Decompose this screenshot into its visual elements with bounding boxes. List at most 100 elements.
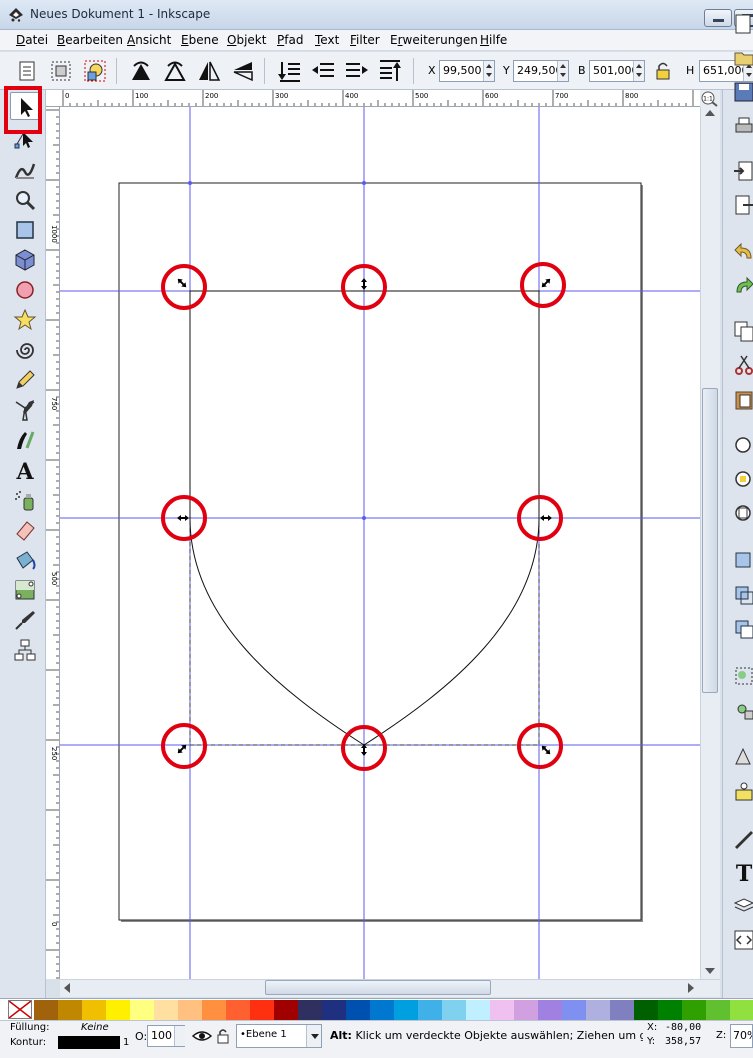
deselect-icon[interactable] <box>82 58 108 84</box>
eraser-tool[interactable] <box>10 516 40 544</box>
palette-swatch[interactable] <box>370 1000 394 1020</box>
tweak-tool[interactable] <box>10 156 40 184</box>
fill-stroke-icon[interactable] <box>733 746 753 768</box>
paint-bucket-tool[interactable] <box>10 546 40 574</box>
palette-swatch[interactable] <box>514 1000 538 1020</box>
vertical-scroll-thumb[interactable] <box>702 388 718 693</box>
duplicate-icon[interactable] <box>733 550 753 572</box>
calligraphy-tool[interactable] <box>10 426 40 454</box>
layers-icon[interactable] <box>733 895 753 917</box>
new-document-icon[interactable] <box>733 13 753 35</box>
menu-erweiterungen[interactable]: Erweiterungen <box>390 33 478 47</box>
opacity-spinner-icon[interactable] <box>174 1026 185 1046</box>
palette-swatch[interactable] <box>106 1000 130 1020</box>
zoom-tool[interactable] <box>10 186 40 214</box>
menu-filter[interactable]: Filter <box>350 33 380 47</box>
palette-swatch[interactable] <box>226 1000 250 1020</box>
palette-swatch[interactable] <box>418 1000 442 1020</box>
pen-tool[interactable] <box>10 396 40 424</box>
vertical-ruler[interactable]: 1000 750 500 250 0 <box>46 107 60 979</box>
palette-swatch[interactable] <box>394 1000 418 1020</box>
import-icon[interactable] <box>733 160 753 182</box>
xml-brackets-icon[interactable] <box>733 929 753 951</box>
y-position-field[interactable]: 249,500 <box>513 60 569 82</box>
zoom-fit-icon[interactable]: 1:1 <box>700 90 720 107</box>
pencil-tool[interactable] <box>10 366 40 394</box>
zoom-selection-icon[interactable] <box>733 435 753 457</box>
menu-ebene[interactable]: Ebene <box>181 33 219 47</box>
palette-swatch[interactable] <box>250 1000 274 1020</box>
rotate-cw-icon[interactable] <box>162 58 188 84</box>
select-all-icon[interactable] <box>14 58 40 84</box>
raise-to-top-icon[interactable] <box>378 58 404 84</box>
palette-swatch[interactable] <box>562 1000 586 1020</box>
gradient-tool[interactable] <box>10 576 40 604</box>
ellipse-tool[interactable] <box>10 276 40 304</box>
menu-bearbeiten[interactable]: Bearbeiten <box>57 33 123 47</box>
text-icon[interactable]: T <box>733 861 753 887</box>
zoom-field[interactable]: 70% <box>730 1024 753 1048</box>
zoom-page-icon[interactable] <box>733 503 753 525</box>
cut-icon[interactable] <box>733 354 753 376</box>
menu-pfad[interactable]: Pfad <box>277 33 303 47</box>
spiral-tool[interactable] <box>10 336 40 364</box>
raise-icon[interactable] <box>344 58 370 84</box>
unlink-clone-icon[interactable] <box>733 618 753 640</box>
lock-icon[interactable] <box>216 1027 230 1045</box>
palette-swatch[interactable] <box>610 1000 634 1020</box>
palette-swatch[interactable] <box>682 1000 706 1020</box>
scroll-up-icon[interactable] <box>705 110 715 116</box>
palette-swatch[interactable] <box>346 1000 370 1020</box>
rectangle-tool[interactable] <box>10 216 40 244</box>
palette-swatch[interactable] <box>82 1000 106 1020</box>
print-icon[interactable] <box>733 115 753 137</box>
palette-swatch[interactable] <box>130 1000 154 1020</box>
eye-icon[interactable] <box>192 1028 212 1044</box>
copy-icon[interactable] <box>733 320 753 342</box>
palette-swatch[interactable] <box>442 1000 466 1020</box>
open-icon[interactable] <box>733 47 753 69</box>
text-tool[interactable]: A <box>10 456 40 485</box>
select-all-layers-icon[interactable] <box>48 58 74 84</box>
width-field[interactable]: 501,000 <box>589 60 645 82</box>
clone-icon[interactable] <box>733 584 753 606</box>
palette-swatch[interactable] <box>58 1000 82 1020</box>
scroll-left-icon[interactable] <box>64 983 70 993</box>
palette-swatch[interactable] <box>202 1000 226 1020</box>
undo-icon[interactable] <box>733 241 753 263</box>
palette-swatch[interactable] <box>154 1000 178 1020</box>
palette-swatch[interactable] <box>466 1000 490 1020</box>
rotate-ccw-icon[interactable] <box>128 58 154 84</box>
flip-horizontal-icon[interactable] <box>196 58 222 84</box>
fill-value[interactable]: Keine <box>81 1022 109 1033</box>
palette-swatch[interactable] <box>586 1000 610 1020</box>
palette-swatch[interactable] <box>634 1000 658 1020</box>
ungroup-icon[interactable] <box>733 699 753 721</box>
x-position-field[interactable]: 99,500 <box>439 60 495 82</box>
scroll-down-icon[interactable] <box>705 968 715 974</box>
3d-box-tool[interactable] <box>10 246 40 274</box>
palette-swatch[interactable] <box>178 1000 202 1020</box>
menu-hilfe[interactable]: Hilfe <box>480 33 507 47</box>
lower-icon[interactable] <box>310 58 336 84</box>
lock-ratio-icon[interactable] <box>650 58 676 84</box>
group-icon[interactable] <box>733 665 753 687</box>
palette-swatch[interactable] <box>298 1000 322 1020</box>
redo-icon[interactable] <box>733 275 753 297</box>
horizontal-scroll-thumb[interactable] <box>265 980 491 995</box>
menu-datei[interactable]: Datei <box>16 33 48 47</box>
dropper-tool[interactable] <box>10 606 40 634</box>
horizontal-ruler[interactable]: 0 100 200 300 400 500 600 700 800 <box>46 90 700 107</box>
stroke-swatch[interactable] <box>58 1036 120 1049</box>
paste-icon[interactable] <box>733 388 753 410</box>
palette-swatch[interactable] <box>322 1000 346 1020</box>
menu-ansicht[interactable]: Ansicht <box>127 33 171 47</box>
text-font-icon[interactable] <box>733 780 753 802</box>
drawing-canvas[interactable] <box>60 107 700 979</box>
lower-to-bottom-icon[interactable] <box>276 58 302 84</box>
layer-select[interactable]: •Ebene 1 <box>236 1024 322 1048</box>
palette-swatch[interactable] <box>34 1000 58 1020</box>
connector-tool[interactable] <box>10 636 40 664</box>
palette-swatch[interactable] <box>706 1000 730 1020</box>
minimize-button[interactable] <box>704 9 732 27</box>
